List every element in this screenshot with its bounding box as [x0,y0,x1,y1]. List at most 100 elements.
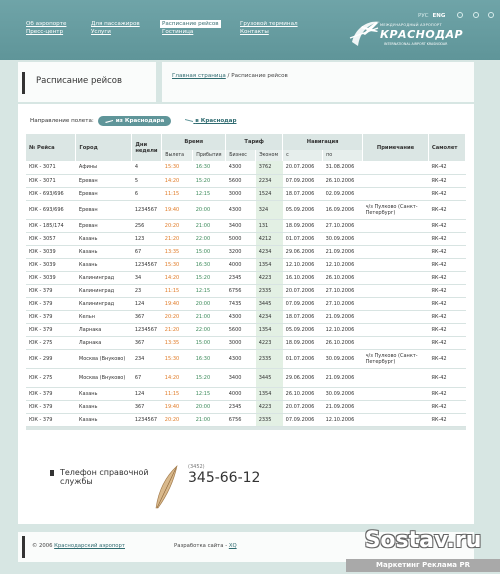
cell-business-fare: 7435 [225,297,256,311]
col-business[interactable]: Бизнес [225,150,257,161]
cell-economy-fare: 1354 [255,258,283,272]
phone-label: Телефон справочной службы [60,468,149,486]
direction-from-button[interactable]: из Краснодара [97,116,172,126]
direction-label: Направление полета: [30,118,94,124]
nav-passengers[interactable]: Для пассажиров [91,20,140,28]
cell-economy-fare: 3445 [255,368,283,388]
cell-economy-fare: 4212 [255,232,283,246]
cell-flight-number: ЮК - 3071 [26,161,76,175]
cell-note [362,219,429,233]
cell-arrival-time: 15:00 [192,245,226,259]
cell-economy-fare: 324 [255,200,283,220]
col-aircraft[interactable]: Самолет [428,134,467,161]
cell-business-fare: 4300 [225,161,256,175]
cell-business-fare: 3000 [225,187,256,201]
cell-flight-number: ЮК - 299 [26,349,76,369]
schedule-rows: ЮК - 3071 Афины 4 15:30 16:30 4300 3762 20.07.2… [26,161,466,427]
cell-business-fare: 3400 [225,219,256,233]
nav-cargo[interactable]: Грузовой терминал [240,20,298,28]
col-economy[interactable]: Эконом [255,150,284,161]
sostav-watermark: Sostav.ru Маркетинг Реклама PR [346,528,500,574]
cell-nav-to: 21.09.2006 [322,245,363,259]
col-arrival[interactable]: Прибытия [192,150,227,161]
cell-flight-number: ЮК - 379 [26,413,76,427]
table-row: ЮК - 3057 Казань 123 21:20 22:00 5000 4212 01.0… [26,232,466,246]
cell-city: Калининград [75,271,132,285]
cell-city: Казань [75,232,132,246]
table-row: ЮК - 275 Москва (Внуково) 67 14:20 15:20 3400… [26,368,466,388]
col-city[interactable]: Город [75,134,133,161]
cell-departure-time: 19:40 [161,200,193,220]
cell-departure-time: 15:30 [161,258,193,272]
cell-departure-time: 14:20 [161,368,193,388]
cell-arrival-time: 22:00 [192,232,226,246]
breadcrumb-current: Расписание рейсов [231,73,288,79]
cell-note [362,400,429,414]
cell-nav-to: 30.09.2006 [322,349,363,369]
table-row: ЮК - 379 Калининград 124 19:40 20:00 7435 3445… [26,297,466,311]
cell-flight-number: ЮК - 379 [26,297,76,311]
developer-link[interactable]: XQ [229,543,237,549]
cell-nav-from: 18.07.2006 [282,310,323,324]
cell-nav-to: 26.10.2006 [322,271,363,285]
table-row: ЮК - 3039 Казань 67 13:35 15:00 3200 4234 29.06… [26,245,466,259]
table-row: ЮК - 3071 Ереван 5 14:20 15:20 5600 2234 07.09.… [26,174,466,188]
footer-copyright: © 2006 Краснодарский аэропорт [32,543,125,549]
phone-label-line1: Телефон справочной [60,468,149,477]
cell-days: 67 [131,245,162,259]
direction-to-link[interactable]: в Краснодар [185,118,236,124]
nav-schedule[interactable]: Расписание рейсов [160,20,221,28]
cell-arrival-time: 15:00 [192,336,226,350]
cell-arrival-time: 21:00 [192,310,226,324]
sitemap-icon[interactable] [488,12,494,18]
col-days[interactable]: Дни недели [131,134,163,161]
cell-departure-time: 19:40 [161,297,193,311]
cell-business-fare: 4300 [225,349,256,369]
cell-city: Ереван [75,174,132,188]
nav-contacts[interactable]: Контакты [240,28,298,36]
cell-nav-from: 29.06.2006 [282,368,323,388]
cell-flight-number: ЮК - 379 [26,284,76,298]
cell-economy-fare: 4234 [255,245,283,259]
cell-flight-number: ЮК - 3039 [26,271,76,285]
nav-about[interactable]: Об аэропорте [26,20,66,28]
table-row: ЮК - 379 Казань 124 11:15 12:15 4000 1354 26.10… [26,387,466,401]
cell-nav-to: 26.10.2006 [322,336,363,350]
cell-economy-fare: 4223 [255,336,283,350]
phone-label-line2: службы [60,477,93,486]
col-fare: Тариф [225,134,284,150]
cell-arrival-time: 16:30 [192,161,226,175]
cell-nav-from: 18.09.2006 [282,219,323,233]
phone-block: Телефон справочной службы (3452) 345-66-… [50,464,290,509]
nav-press[interactable]: Пресс-центр [26,28,66,36]
nav-column-3: Расписание рейсов Гостиница [160,20,221,36]
cell-days: 256 [131,219,162,233]
airport-logo[interactable]: МЕЖДУНАРОДНЫЙ АЭРОПОРТ КРАСНОДАР INTERNA… [348,16,468,52]
col-departure[interactable]: Вылета [161,150,194,161]
nav-hotel[interactable]: Гостиница [162,28,221,36]
col-flight[interactable]: № Рейса [26,134,77,161]
cell-days: 5 [131,174,162,188]
nav-services[interactable]: Услуги [91,28,140,36]
copyright-link[interactable]: Краснодарский аэропорт [54,543,125,549]
col-nav-to[interactable]: по [322,150,364,161]
table-row: ЮК - 693/696 Ереван 6 11:15 12:15 3000 1524 18.… [26,187,466,201]
mail-icon[interactable] [473,12,479,18]
cell-nav-from: 18.09.2006 [282,336,323,350]
table-row: ЮК - 379 Казань 367 19:40 20:00 2345 4223 20.07… [26,400,466,414]
cell-arrival-time: 16:30 [192,349,226,369]
table-row: ЮК - 379 Калининград 23 11:15 12:15 6756 2335 2… [26,284,466,298]
cell-business-fare: 6756 [225,284,256,298]
cell-days: 34 [131,271,162,285]
col-nav-from[interactable]: с [282,150,324,161]
cell-note [362,310,429,324]
phone-number[interactable]: 345-66-12 [188,470,260,486]
cell-aircraft: ЯК-42 [428,232,466,246]
cell-nav-to: 12.10.2006 [322,258,363,272]
breadcrumb-home-link[interactable]: Главная страница [172,73,226,79]
cell-arrival-time: 15:20 [192,271,226,285]
cell-economy-fare: 1524 [255,187,283,201]
cell-arrival-time: 22:00 [192,323,226,337]
cell-days: 124 [131,297,162,311]
nav-column-1: Об аэропорте Пресс-центр [26,20,66,36]
